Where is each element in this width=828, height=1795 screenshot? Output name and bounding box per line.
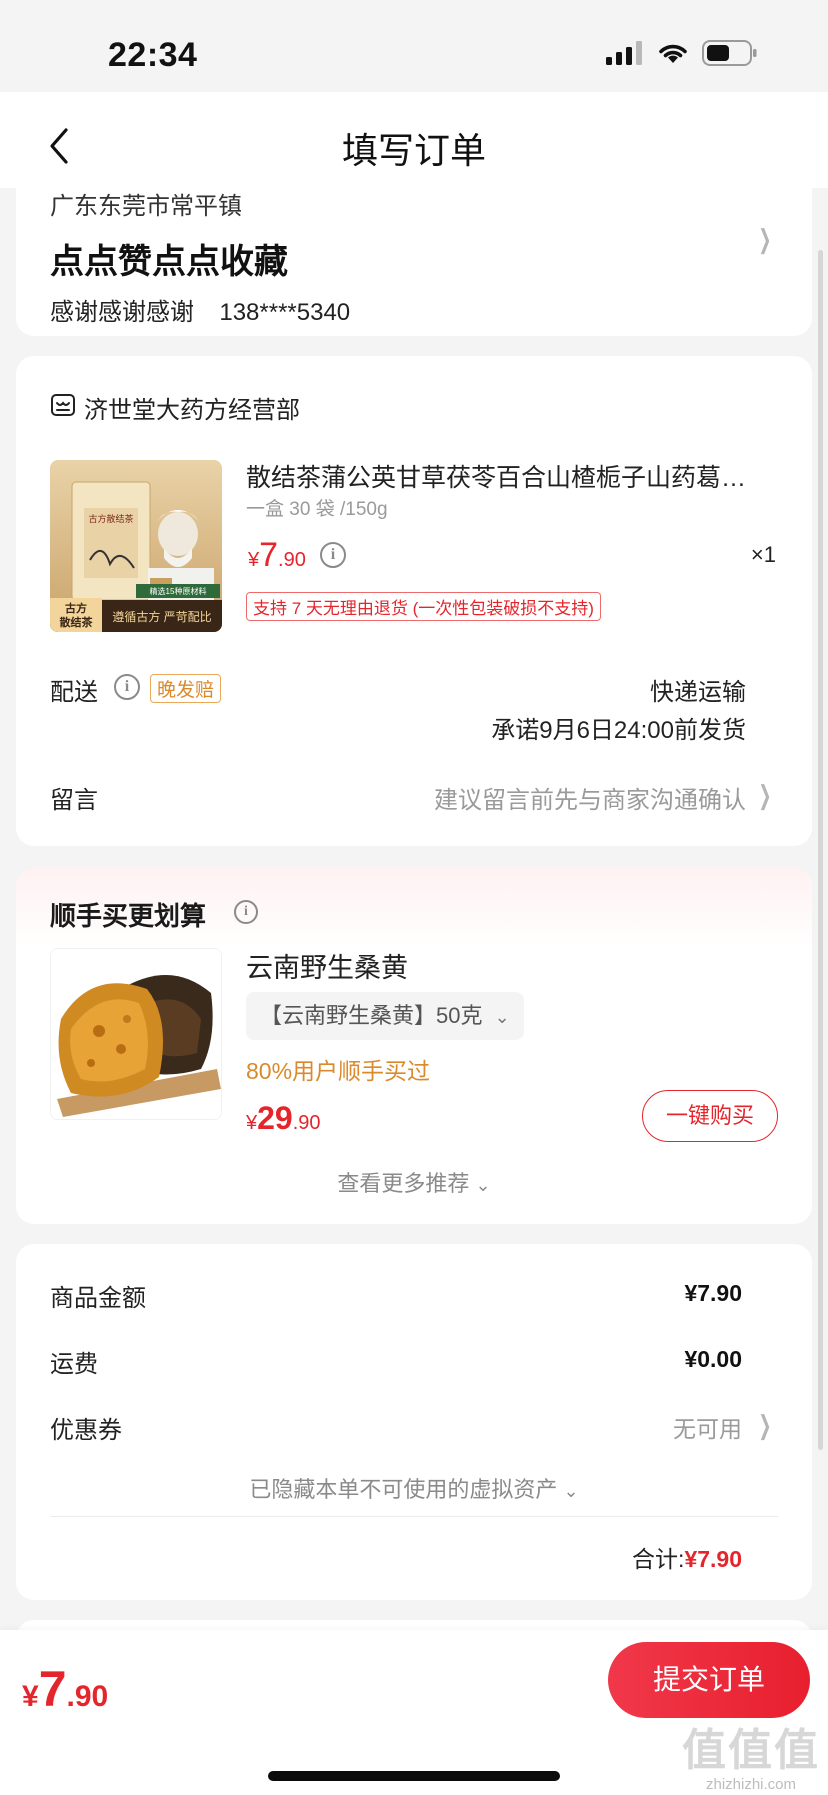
hidden-assets-toggle[interactable]: 已隐藏本单不可使用的虚拟资产 ⌄ [0, 1472, 828, 1504]
recommend-title: 顺手买更划算 [50, 901, 207, 931]
bottom-price-int: 7 [38, 1661, 67, 1717]
shipping-fee-label: 运费 [50, 1351, 98, 1378]
battery-icon [702, 40, 757, 66]
delivery-method: 快递运输 [650, 679, 746, 706]
product-price-symbol: ¥ [248, 549, 260, 571]
delivery-promise: 承诺9月6日24:00前发货 [491, 717, 746, 744]
product-image[interactable]: 古方散结茶 精选15种原材料 古方 散结茶 遵循古方 严苛配比 [50, 460, 222, 632]
shop-name[interactable]: 济世堂大药方经营部 [84, 390, 300, 425]
watermark-logo: 值值值 [682, 1726, 820, 1775]
image-badge-2: 散结茶 [60, 615, 94, 629]
product-spec: 一盒 30 袋 /150g [246, 499, 388, 520]
bottom-total-price: ¥7.90 [22, 1660, 108, 1718]
watermark: 值值值 zhizhizhi.com [682, 1714, 820, 1793]
one-click-buy-button[interactable]: 一键购买 [642, 1090, 778, 1142]
shop-icon [51, 394, 75, 416]
status-icons [606, 40, 758, 66]
total-value: ¥7.90 [684, 1546, 742, 1572]
bottom-price-dec: .90 [66, 1680, 109, 1713]
status-time: 22:34 [108, 36, 198, 74]
summary-divider [50, 1516, 778, 1517]
return-policy-tag: 支持 7 天无理由退货 (一次性包装破损不支持) [246, 592, 601, 621]
product-price-int: 7 [259, 536, 279, 574]
recommend-social-proof: 80%用户顺手买过 [246, 1058, 431, 1084]
price-info-icon[interactable]: i [320, 542, 346, 568]
home-indicator [268, 1771, 560, 1781]
coupon-value[interactable]: 无可用 [673, 1410, 742, 1444]
note-input[interactable]: 建议留言前先与商家沟通确认 [434, 780, 746, 815]
product-price: ¥7.90 [248, 536, 306, 575]
scrollbar[interactable] [818, 250, 823, 1450]
goods-amount-label: 商品金额 [50, 1285, 146, 1312]
image-top-label: 精选15种原材料 [150, 586, 207, 596]
delivery-label: 配送 [50, 679, 98, 706]
bottom-price-symbol: ¥ [22, 1680, 39, 1713]
contact-name: 感谢感谢感谢 [50, 299, 194, 326]
coupon-label: 优惠券 [50, 1417, 122, 1444]
address-name: 点点赞点点收藏 [50, 243, 288, 281]
chevron-down-icon: ⌄ [475, 1175, 491, 1195]
goods-amount-value: ¥7.90 [684, 1280, 742, 1306]
total-row: 合计:¥7.90 [632, 1540, 742, 1574]
image-caption: 遵循古方 严苛配比 [112, 609, 211, 624]
delivery-info-icon[interactable]: i [114, 674, 140, 700]
note-label: 留言 [50, 787, 98, 814]
more-recommend-link[interactable]: 查看更多推荐 ⌄ [0, 1166, 828, 1198]
recommend-price: ¥29.90 [246, 1100, 321, 1137]
late-compensation-tag: 晚发赔 [150, 674, 222, 703]
address-chevron-icon: ❯ [758, 224, 772, 254]
product-title[interactable]: 散结茶蒲公英甘草茯苓百合山楂栀子山药葛… [246, 458, 756, 494]
more-recommend-label: 查看更多推荐 [337, 1171, 470, 1196]
recommend-info-icon[interactable]: i [234, 900, 258, 924]
recommend-spec-select[interactable]: 【云南野生桑黄】50克 ⌄ [246, 992, 524, 1040]
recommend-price-symbol: ¥ [246, 1112, 258, 1134]
submit-order-button[interactable]: 提交订单 [608, 1642, 810, 1718]
coupon-chevron-icon: ❯ [758, 1410, 772, 1440]
address-contact: 感谢感谢感谢 138****5340 [50, 292, 350, 327]
recommend-price-int: 29 [257, 1100, 293, 1136]
watermark-url: zhizhizhi.com [705, 1776, 797, 1793]
chevron-down-icon: ⌄ [494, 1007, 510, 1027]
address-region: 广东东莞市常平镇 [50, 193, 242, 220]
shipping-fee-value: ¥0.00 [684, 1346, 742, 1372]
wifi-icon [659, 44, 687, 63]
total-label: 合计: [632, 1546, 685, 1572]
page-title: 填写订单 [341, 130, 486, 171]
recommend-item-name[interactable]: 云南野生桑黄 [246, 946, 408, 985]
contact-phone: 138****5340 [219, 299, 351, 326]
box-label-text: 古方散结茶 [88, 513, 133, 524]
note-chevron-icon: ❯ [758, 780, 772, 810]
product-price-dec: .90 [278, 549, 306, 571]
recommend-image[interactable] [50, 948, 222, 1120]
chevron-down-icon: ⌄ [563, 1481, 579, 1501]
cellular-signal-icon [606, 41, 642, 65]
image-badge-1: 古方 [65, 601, 87, 615]
recommend-spec-value: 【云南野生桑黄】50克 [260, 1003, 483, 1028]
recommend-price-dec: .90 [292, 1112, 321, 1134]
hidden-assets-label: 已隐藏本单不可使用的虚拟资产 [249, 1477, 558, 1502]
product-quantity: ×1 [750, 542, 776, 567]
